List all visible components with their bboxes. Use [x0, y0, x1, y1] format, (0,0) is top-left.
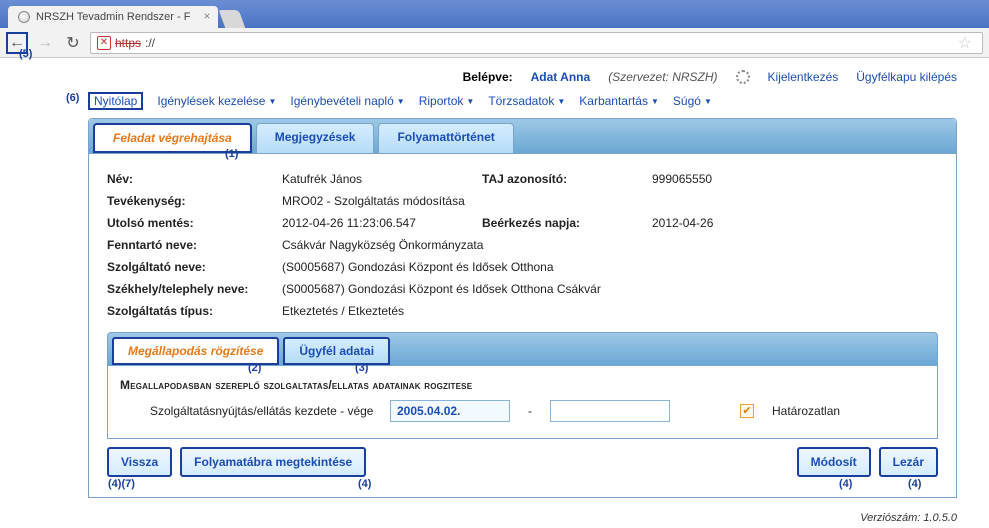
label-last-save: Utolsó mentés:: [107, 216, 282, 230]
subtab-agreement[interactable]: Megállapodás rögzítése: [112, 337, 279, 365]
menu-home[interactable]: Nyitólap: [88, 92, 143, 110]
browser-tab[interactable]: NRSZH Tevadmin Rendszer - F ×: [8, 6, 218, 28]
org-label: (Szervezet: NRSZH): [608, 70, 717, 84]
menu-help[interactable]: Súgó▼: [673, 92, 712, 110]
logout-link[interactable]: Kijelentkezés: [768, 70, 839, 84]
modify-button[interactable]: Módosít: [797, 447, 871, 477]
tab-comments[interactable]: Megjegyzések: [256, 123, 375, 153]
close-task-button[interactable]: Lezár: [879, 447, 938, 477]
label-taj: TAJ azonosító:: [482, 172, 652, 186]
checkbox-indefinite[interactable]: ✔: [740, 404, 754, 418]
section-heading: Megallapodasban szereplő szolgaltatas/el…: [120, 378, 925, 392]
version-label: Verziószám: 1.0.5.0: [860, 512, 957, 524]
forward-button[interactable]: →: [34, 32, 56, 54]
task-body: Név: Katufrék János TAJ azonosító: 99906…: [89, 153, 956, 497]
task-panel: Feladat végrehajtása Megjegyzések Folyam…: [88, 118, 957, 498]
user-name: Adat Anna: [531, 70, 591, 84]
label-service-type: Szolgáltatás típus:: [107, 304, 282, 318]
sub-tabs: Megállapodás rögzítése Ügyfél adatai: [107, 332, 938, 366]
browser-tab-bar: NRSZH Tevadmin Rendszer - F ×: [0, 0, 989, 28]
label-service-period: Szolgáltatásnyújtás/ellátás kezdete - vé…: [120, 404, 380, 418]
label-site: Székhely/telephely neve:: [107, 282, 282, 296]
menu-reports[interactable]: Riportok▼: [419, 92, 475, 110]
tab-task-exec[interactable]: Feladat végrehajtása: [93, 123, 252, 153]
address-bar[interactable]: ✕ https :// ☆: [90, 32, 983, 54]
action-bar: Vissza Folyamatábra megtekintése Módosít…: [107, 447, 938, 477]
tab-title: NRSZH Tevadmin Rendszer - F: [36, 11, 190, 23]
subtabs-panel: Megállapodás rögzítése Ügyfél adatai Meg…: [107, 332, 938, 439]
back-button-form[interactable]: Vissza: [107, 447, 172, 477]
bookmark-icon[interactable]: ☆: [958, 33, 972, 53]
subtab-body: Megallapodasban szereplő szolgaltatas/el…: [107, 366, 938, 439]
menu-maintenance[interactable]: Karbantartás▼: [579, 92, 659, 110]
label-indefinite: Határozatlan: [772, 404, 840, 418]
menu-requests[interactable]: Igénylések kezelése▼: [157, 92, 276, 110]
value-service-type: Etkeztetés / Etkeztetés: [282, 304, 938, 318]
label-provider: Szolgáltató neve:: [107, 260, 282, 274]
value-name: Katufrék János: [282, 172, 482, 186]
label-activity: Tevékenység:: [107, 194, 282, 208]
globe-icon: [18, 11, 30, 23]
new-tab-button[interactable]: [219, 10, 246, 28]
value-maintainer: Csákvár Nagyközség Önkormányzata: [282, 238, 938, 252]
date-separator: -: [520, 404, 540, 418]
input-end-date[interactable]: [550, 400, 670, 422]
main-menu: Nyitólap Igénylések kezelése▼ Igénybevét…: [88, 90, 957, 118]
main-tabs: Feladat végrehajtása Megjegyzések Folyam…: [89, 119, 956, 153]
url-scheme: https: [115, 36, 141, 50]
back-button[interactable]: ←: [6, 32, 28, 54]
gate-logout-link[interactable]: Ügyfélkapu kilépés: [856, 70, 957, 84]
view-flowchart-button[interactable]: Folyamatábra megtekintése: [180, 447, 366, 477]
url-rest: ://: [145, 36, 155, 50]
service-period-row: Szolgáltatásnyújtás/ellátás kezdete - vé…: [120, 400, 925, 422]
input-start-date[interactable]: [390, 400, 510, 422]
tab-history[interactable]: Folyamattörténet: [378, 123, 513, 153]
value-last-save: 2012-04-26 11:23:06.547: [282, 216, 482, 230]
menu-usage-log[interactable]: Igénybevételi napló▼: [290, 92, 404, 110]
close-icon[interactable]: ×: [203, 10, 210, 22]
value-activity: MRO02 - Szolgáltatás módosítása: [282, 194, 938, 208]
insecure-icon: ✕: [97, 36, 111, 50]
value-taj: 999065550: [652, 172, 712, 186]
address-bar-row: ← → ↻ ✕ https :// ☆: [0, 28, 989, 58]
value-received: 2012-04-26: [652, 216, 713, 230]
logged-label: Belépve:: [463, 70, 513, 84]
label-received: Beérkezés napja:: [482, 216, 652, 230]
label-name: Név:: [107, 172, 282, 186]
value-provider: (S0005687) Gondozási Központ és Idősek O…: [282, 260, 938, 274]
spinner-icon: [736, 70, 750, 84]
reload-button[interactable]: ↻: [62, 32, 84, 54]
menu-master-data[interactable]: Törzsadatok▼: [488, 92, 565, 110]
label-maintainer: Fenntartó neve:: [107, 238, 282, 252]
value-site: (S0005687) Gondozási Központ és Idősek O…: [282, 282, 938, 296]
subtab-client-data[interactable]: Ügyfél adatai: [283, 337, 390, 365]
user-header: Belépve: Adat Anna (Szervezet: NRSZH) Ki…: [88, 66, 957, 90]
